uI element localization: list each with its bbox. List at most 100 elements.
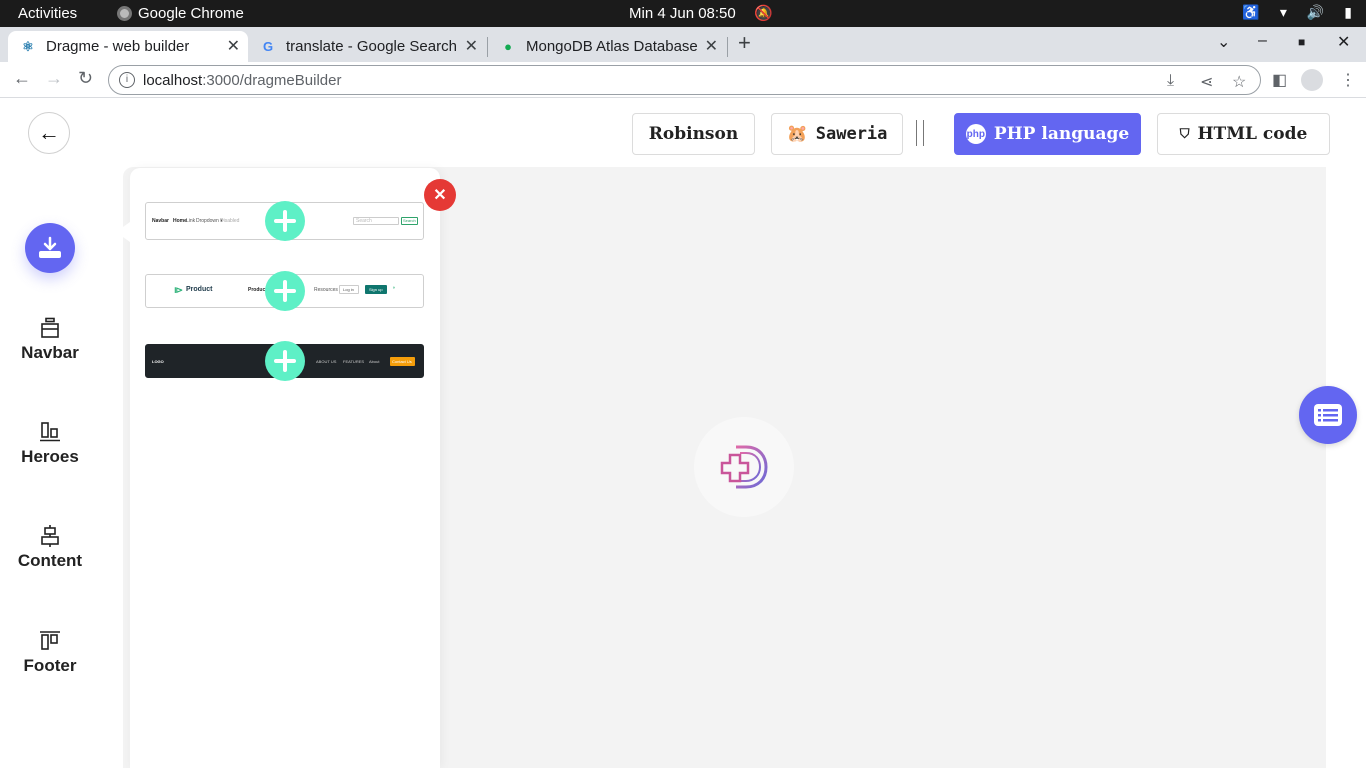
minimize-icon[interactable]: – — [1258, 32, 1267, 50]
system-top-bar: Activities Google Chrome Min 4 Jun 08:50… — [0, 0, 1366, 27]
html-code-button[interactable]: ⛉ HTML code — [1157, 113, 1330, 155]
mini-search-button-label: Search — [403, 218, 416, 223]
sidebar-item-label: Navbar — [21, 343, 79, 362]
site-info-icon[interactable]: i — [119, 72, 135, 88]
chrome-icon — [117, 6, 132, 21]
content-icon — [41, 525, 59, 547]
add-template-1-button[interactable] — [265, 201, 305, 241]
close-panel-button[interactable]: ✕ — [424, 179, 456, 211]
list-icon — [1314, 404, 1342, 426]
close-tab-icon[interactable]: ✕ — [705, 36, 718, 56]
battery-icon: ▮ — [1344, 4, 1352, 20]
saweria-label: Saweria — [815, 124, 888, 144]
side-panel-icon[interactable]: ◧ — [1272, 70, 1287, 90]
mini-brand: Product — [186, 286, 213, 293]
tab-search-icon[interactable]: ⌄ — [1217, 32, 1230, 52]
php-label: PHP language — [993, 124, 1130, 144]
back-arrow-icon[interactable]: ← — [13, 68, 31, 89]
download-button[interactable] — [25, 223, 75, 273]
mini-signup-label: Sign up — [369, 287, 383, 292]
tab-title: translate - Google Search — [286, 38, 457, 55]
saweria-icon: 🐹 — [786, 124, 808, 144]
header-divider — [916, 120, 934, 146]
new-tab-button[interactable]: + — [738, 30, 751, 56]
close-tab-icon[interactable]: ✕ — [227, 36, 240, 56]
plus-icon — [274, 280, 296, 302]
robinson-button[interactable]: Robinson — [632, 113, 755, 155]
plus-icon — [274, 350, 296, 372]
close-icon: ✕ — [433, 187, 447, 204]
reload-icon[interactable]: ↻ — [78, 68, 93, 89]
maximize-icon[interactable]: ■ — [1298, 35, 1305, 49]
product-logo-icon: ⧐ — [174, 285, 183, 295]
mongodb-icon: ● — [504, 39, 512, 54]
dragme-logo — [694, 417, 794, 517]
clock[interactable]: Min 4 Jun 08:50 — [629, 5, 736, 22]
system-tray[interactable]: ♿ ▾ 🔊 ▮ — [1242, 4, 1352, 21]
dragme-logo-icon — [720, 445, 768, 489]
app-menu[interactable]: Google Chrome — [117, 5, 244, 22]
tab-mongodb[interactable]: ● MongoDB Atlas Database ✕ — [488, 31, 726, 62]
wifi-icon: ▾ — [1279, 4, 1287, 20]
url-text: localhost:3000/dragmeBuilder — [143, 72, 342, 89]
profile-avatar[interactable] — [1301, 69, 1323, 91]
heroes-icon — [40, 422, 60, 442]
mini-link: About — [369, 359, 380, 364]
navbar-templates-panel — [130, 168, 440, 768]
close-tab-icon[interactable]: ✕ — [465, 36, 478, 56]
add-template-2-button[interactable] — [265, 271, 305, 311]
address-bar[interactable]: i localhost:3000/dragmeBuilder ⤓ ⋖ ☆ — [108, 65, 1261, 95]
saweria-button[interactable]: 🐹 Saweria — [771, 113, 903, 155]
sidebar-item-footer[interactable]: Footer — [0, 630, 100, 676]
php-icon: php — [965, 124, 986, 144]
menu-kebab-icon[interactable]: ⋮ — [1340, 70, 1356, 90]
activities-button[interactable]: Activities — [18, 5, 77, 22]
mini-link: Dropdown ▾ — [196, 218, 223, 224]
sidebar-item-label: Content — [17, 551, 83, 570]
html5-icon: ⛉ — [1179, 126, 1190, 142]
react-icon: ⚛ — [22, 38, 34, 54]
mini-brand: Navbar — [152, 218, 169, 224]
install-app-icon[interactable]: ⤓ — [1167, 72, 1174, 90]
php-language-button[interactable]: php PHP language — [954, 113, 1141, 155]
download-icon — [39, 236, 61, 258]
back-button[interactable]: ← — [28, 112, 70, 154]
mini-search-placeholder: Search — [356, 218, 372, 224]
plus-icon — [274, 210, 296, 232]
arrow-left-icon: ← — [38, 120, 60, 145]
mini-login-label: Log in — [343, 287, 354, 292]
html-label: HTML code — [1197, 124, 1308, 144]
mini-link: Home — [173, 218, 187, 224]
mini-link: Link — [186, 218, 196, 224]
tab-translate[interactable]: G translate - Google Search ✕ — [248, 31, 486, 62]
mini-link: Disabled — [220, 218, 240, 224]
mini-link: ABOUT US — [316, 359, 337, 364]
robinson-label: Robinson — [648, 124, 739, 144]
google-icon: G — [262, 39, 274, 54]
share-icon[interactable]: ⋖ — [1200, 72, 1213, 92]
sidebar-item-label: Heroes — [21, 447, 79, 466]
footer-icon — [40, 631, 60, 650]
add-template-3-button[interactable] — [265, 341, 305, 381]
tab-strip: ⚛ Dragme - web builder ✕ G translate - G… — [0, 27, 1366, 62]
mini-link: FEATURES — [343, 359, 365, 364]
tab-separator — [727, 37, 728, 57]
tab-title: Dragme - web builder — [46, 38, 190, 55]
notification-muted-icon: 🔕 — [754, 5, 773, 22]
accessibility-icon: ♿ — [1242, 4, 1260, 20]
volume-icon: 🔊 — [1306, 4, 1325, 20]
close-window-icon[interactable]: ✕ — [1337, 32, 1350, 52]
mini-theme-icon: ◑ — [392, 285, 396, 291]
sidebar-item-heroes[interactable]: Heroes — [0, 421, 100, 467]
navbar-icon — [41, 317, 59, 338]
sidebar-item-content[interactable]: Content — [0, 525, 100, 571]
layers-list-button[interactable] — [1299, 386, 1357, 444]
sidebar-item-navbar[interactable]: Navbar — [0, 317, 100, 363]
tab-dragme[interactable]: ⚛ Dragme - web builder ✕ — [8, 31, 248, 62]
browser-toolbar: ← → ↻ i localhost:3000/dragmeBuilder ⤓ ⋖… — [0, 62, 1366, 98]
sidebar-item-label: Footer — [23, 656, 77, 675]
forward-arrow-icon[interactable]: → — [45, 68, 63, 89]
mini-brand: LOGO — [152, 359, 164, 364]
bookmark-star-icon[interactable]: ☆ — [1232, 72, 1246, 92]
mini-link: Resources — [314, 287, 338, 293]
